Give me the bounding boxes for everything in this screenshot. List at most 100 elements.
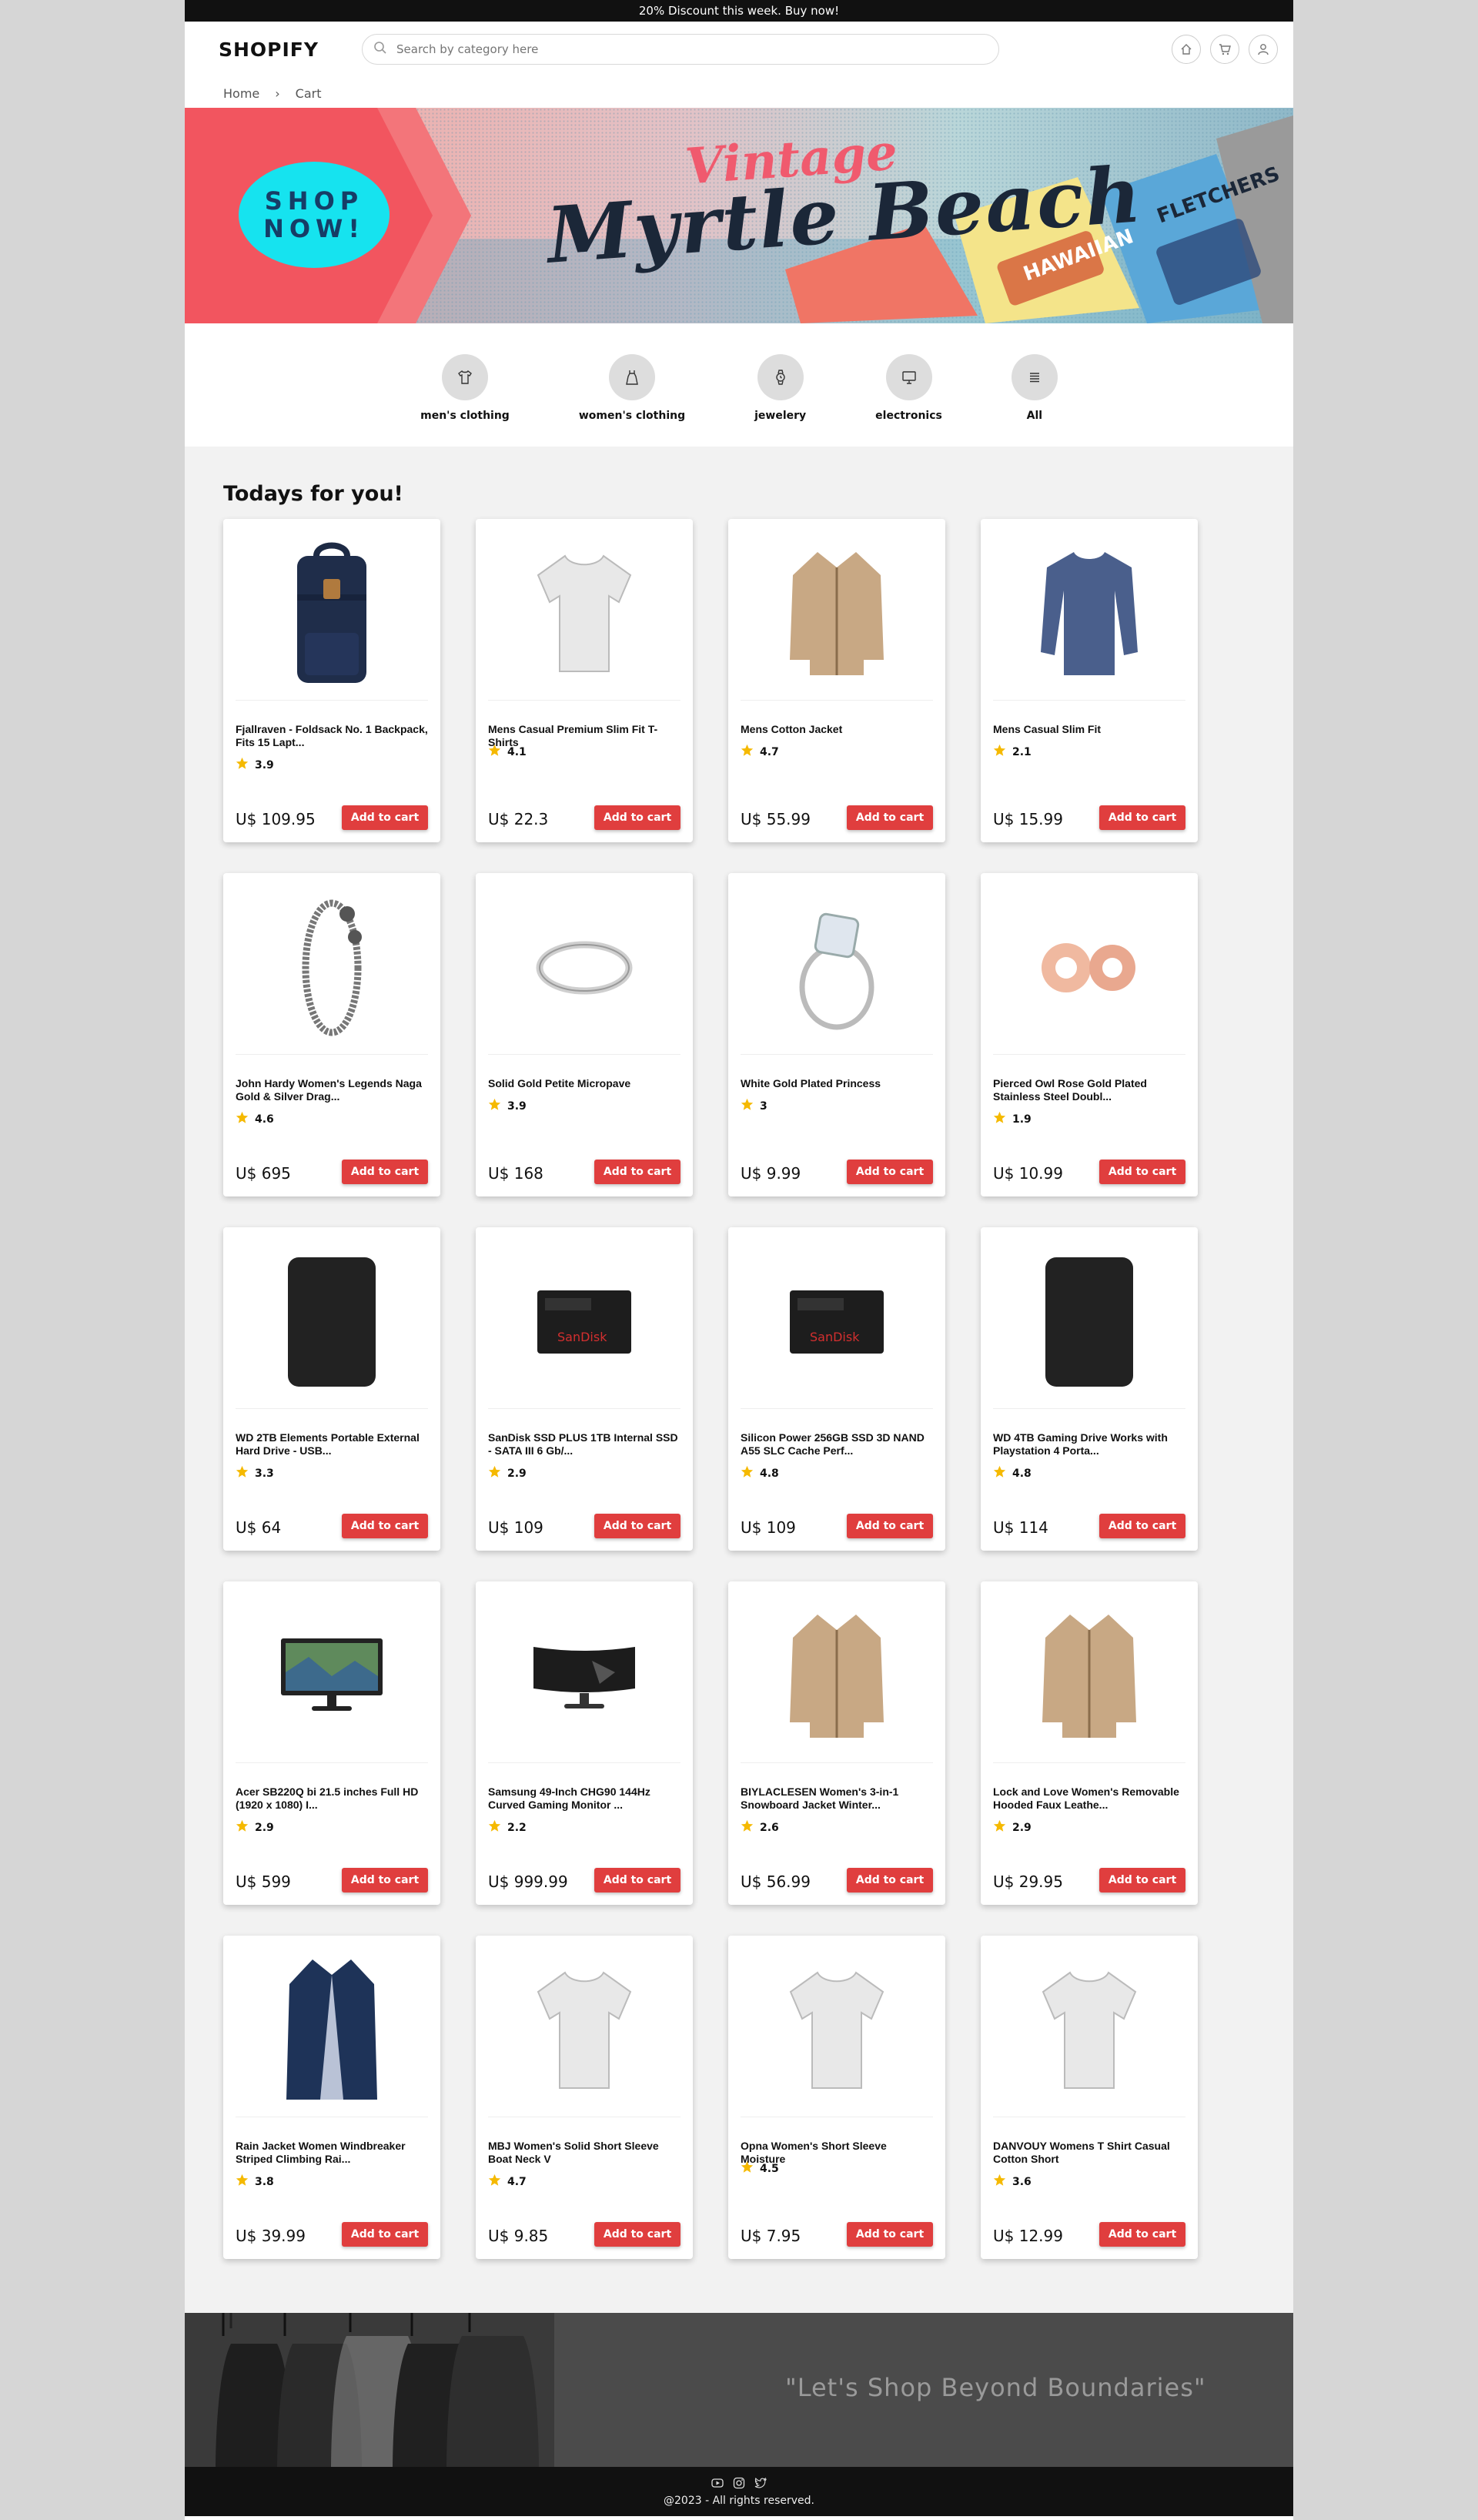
breadcrumb-home[interactable]: Home (223, 86, 259, 101)
add-to-cart-button[interactable]: Add to cart (1099, 1160, 1185, 1184)
shop-now-button[interactable]: SHOP NOW! (239, 162, 390, 268)
add-to-cart-button[interactable]: Add to cart (847, 2222, 933, 2247)
add-to-cart-button[interactable]: Add to cart (594, 1160, 680, 1184)
tshirt-icon[interactable] (741, 1943, 933, 2117)
user-icon[interactable] (1249, 35, 1278, 64)
curved-monitor-icon[interactable] (488, 1589, 680, 1763)
add-to-cart-button[interactable]: Add to cart (1099, 805, 1185, 830)
product-card[interactable]: SanDisk SanDisk SSD PLUS 1TB Internal SSD… (476, 1227, 693, 1551)
product-card[interactable]: DANVOUY Womens T Shirt Casual Cotton Sho… (981, 1936, 1198, 2259)
category-mens-clothing[interactable]: men's clothing (420, 354, 510, 422)
cart-icon[interactable] (1210, 35, 1239, 64)
product-title[interactable]: SanDisk SSD PLUS 1TB Internal SSD - SATA… (488, 1431, 680, 1457)
category-all[interactable]: All (1011, 354, 1058, 422)
product-rating: 3 (741, 1098, 767, 1114)
product-title[interactable]: Samsung 49-Inch CHG90 144Hz Curved Gamin… (488, 1785, 680, 1812)
home-icon[interactable] (1172, 35, 1201, 64)
add-to-cart-button[interactable]: Add to cart (847, 1160, 933, 1184)
product-title[interactable]: Fjallraven - Foldsack No. 1 Backpack, Fi… (236, 723, 428, 749)
product-title[interactable]: Mens Cotton Jacket (741, 723, 933, 736)
search-input[interactable] (395, 42, 998, 57)
product-card[interactable]: Acer SB220Q bi 21.5 inches Full HD (1920… (223, 1581, 440, 1905)
diamond-ring-icon[interactable] (741, 881, 933, 1055)
product-card[interactable]: BIYLACLESEN Women's 3-in-1 Snowboard Jac… (728, 1581, 945, 1905)
add-to-cart-button[interactable]: Add to cart (342, 805, 428, 830)
youtube-icon[interactable] (711, 2476, 724, 2490)
product-rating: 4.7 (741, 744, 779, 760)
tshirt-icon[interactable] (488, 527, 680, 701)
longsleeve-icon[interactable] (993, 527, 1185, 701)
add-to-cart-button[interactable]: Add to cart (342, 1160, 428, 1184)
add-to-cart-button[interactable]: Add to cart (1099, 1868, 1185, 1893)
category-jewelery[interactable]: jewelery (754, 354, 806, 422)
add-to-cart-button[interactable]: Add to cart (847, 1868, 933, 1893)
product-card[interactable]: White Gold Plated Princess 3 U$ 9.99 Add to… (728, 873, 945, 1196)
product-title[interactable]: Solid Gold Petite Micropave (488, 1077, 680, 1090)
product-title[interactable]: Acer SB220Q bi 21.5 inches Full HD (1920… (236, 1785, 428, 1812)
hard-drive-icon[interactable] (993, 1235, 1185, 1409)
product-card[interactable]: Samsung 49-Inch CHG90 144Hz Curved Gamin… (476, 1581, 693, 1905)
product-card[interactable]: WD 4TB Gaming Drive Works with Playstati… (981, 1227, 1198, 1551)
tshirt-icon[interactable] (488, 1943, 680, 2117)
hard-drive-icon[interactable] (236, 1235, 428, 1409)
product-card[interactable]: MBJ Women's Solid Short Sleeve Boat Neck… (476, 1936, 693, 2259)
add-to-cart-button[interactable]: Add to cart (1099, 1514, 1185, 1538)
jacket-icon[interactable] (993, 1589, 1185, 1763)
ssd-icon[interactable]: SanDisk (741, 1235, 933, 1409)
product-title[interactable]: Pierced Owl Rose Gold Plated Stainless S… (993, 1077, 1185, 1103)
product-card[interactable]: WD 2TB Elements Portable External Hard D… (223, 1227, 440, 1551)
instagram-icon[interactable] (732, 2476, 746, 2490)
monitor-icon[interactable] (236, 1589, 428, 1763)
add-to-cart-button[interactable]: Add to cart (847, 805, 933, 830)
product-card[interactable]: Mens Casual Premium Slim Fit T-Shirts 4.1… (476, 519, 693, 842)
product-title[interactable]: Mens Casual Slim Fit (993, 723, 1185, 736)
product-title[interactable]: DANVOUY Womens T Shirt Casual Cotton Sho… (993, 2140, 1185, 2166)
hero-banner[interactable]: HAWAIIAN FLETCHERS Vintage Myrtle Beach … (185, 108, 1293, 323)
product-card[interactable]: Mens Casual Slim Fit 2.1 U$ 15.99 Add to ca… (981, 519, 1198, 842)
add-to-cart-button[interactable]: Add to cart (594, 1868, 680, 1893)
product-title[interactable]: WD 4TB Gaming Drive Works with Playstati… (993, 1431, 1185, 1457)
add-to-cart-button[interactable]: Add to cart (594, 1514, 680, 1538)
add-to-cart-button[interactable]: Add to cart (594, 805, 680, 830)
product-card[interactable]: Opna Women's Short Sleeve Moisture 4.5 U$ … (728, 1936, 945, 2259)
ring-icon[interactable] (488, 881, 680, 1055)
twitter-icon[interactable] (754, 2476, 767, 2490)
product-card[interactable]: Solid Gold Petite Micropave 3.9 U$ 168 Add … (476, 873, 693, 1196)
jacket-icon[interactable] (741, 1589, 933, 1763)
product-title[interactable]: Lock and Love Women's Removable Hooded F… (993, 1785, 1185, 1812)
product-title[interactable]: Rain Jacket Women Windbreaker Striped Cl… (236, 2140, 428, 2166)
logo[interactable]: SHOPIFY (219, 38, 319, 61)
product-card[interactable]: SanDisk Silicon Power 256GB SSD 3D NAND A… (728, 1227, 945, 1551)
product-title[interactable]: WD 2TB Elements Portable External Hard D… (236, 1431, 428, 1457)
product-title[interactable]: John Hardy Women's Legends Naga Gold & S… (236, 1077, 428, 1103)
add-to-cart-button[interactable]: Add to cart (847, 1514, 933, 1538)
add-to-cart-button[interactable]: Add to cart (342, 2222, 428, 2247)
add-to-cart-button[interactable]: Add to cart (342, 1514, 428, 1538)
product-card[interactable]: Pierced Owl Rose Gold Plated Stainless S… (981, 873, 1198, 1196)
category-electronics[interactable]: electronics (875, 354, 942, 422)
add-to-cart-button[interactable]: Add to cart (594, 2222, 680, 2247)
star-icon (236, 1111, 249, 1127)
product-card[interactable]: Rain Jacket Women Windbreaker Striped Cl… (223, 1936, 440, 2259)
jacket-icon[interactable] (741, 527, 933, 701)
tshirt-icon[interactable] (993, 1943, 1185, 2117)
product-card[interactable]: John Hardy Women's Legends Naga Gold & S… (223, 873, 440, 1196)
bracelet-icon[interactable] (236, 881, 428, 1055)
search-bar[interactable] (362, 34, 999, 65)
ssd-icon[interactable]: SanDisk (488, 1235, 680, 1409)
backpack-icon[interactable] (236, 527, 428, 701)
add-to-cart-button[interactable]: Add to cart (1099, 2222, 1185, 2247)
category-womens-clothing[interactable]: women's clothing (579, 354, 685, 422)
product-card[interactable]: Fjallraven - Foldsack No. 1 Backpack, Fi… (223, 519, 440, 842)
product-title[interactable]: Silicon Power 256GB SSD 3D NAND A55 SLC … (741, 1431, 933, 1457)
product-card[interactable]: Lock and Love Women's Removable Hooded F… (981, 1581, 1198, 1905)
earrings-icon[interactable] (993, 881, 1185, 1055)
star-icon (993, 1819, 1006, 1836)
coat-icon[interactable] (236, 1943, 428, 2117)
breadcrumb-cart[interactable]: Cart (296, 86, 322, 101)
product-title[interactable]: White Gold Plated Princess (741, 1077, 933, 1090)
product-card[interactable]: Mens Cotton Jacket 4.7 U$ 55.99 Add to cart (728, 519, 945, 842)
product-title[interactable]: MBJ Women's Solid Short Sleeve Boat Neck… (488, 2140, 680, 2166)
product-title[interactable]: BIYLACLESEN Women's 3-in-1 Snowboard Jac… (741, 1785, 933, 1812)
add-to-cart-button[interactable]: Add to cart (342, 1868, 428, 1893)
